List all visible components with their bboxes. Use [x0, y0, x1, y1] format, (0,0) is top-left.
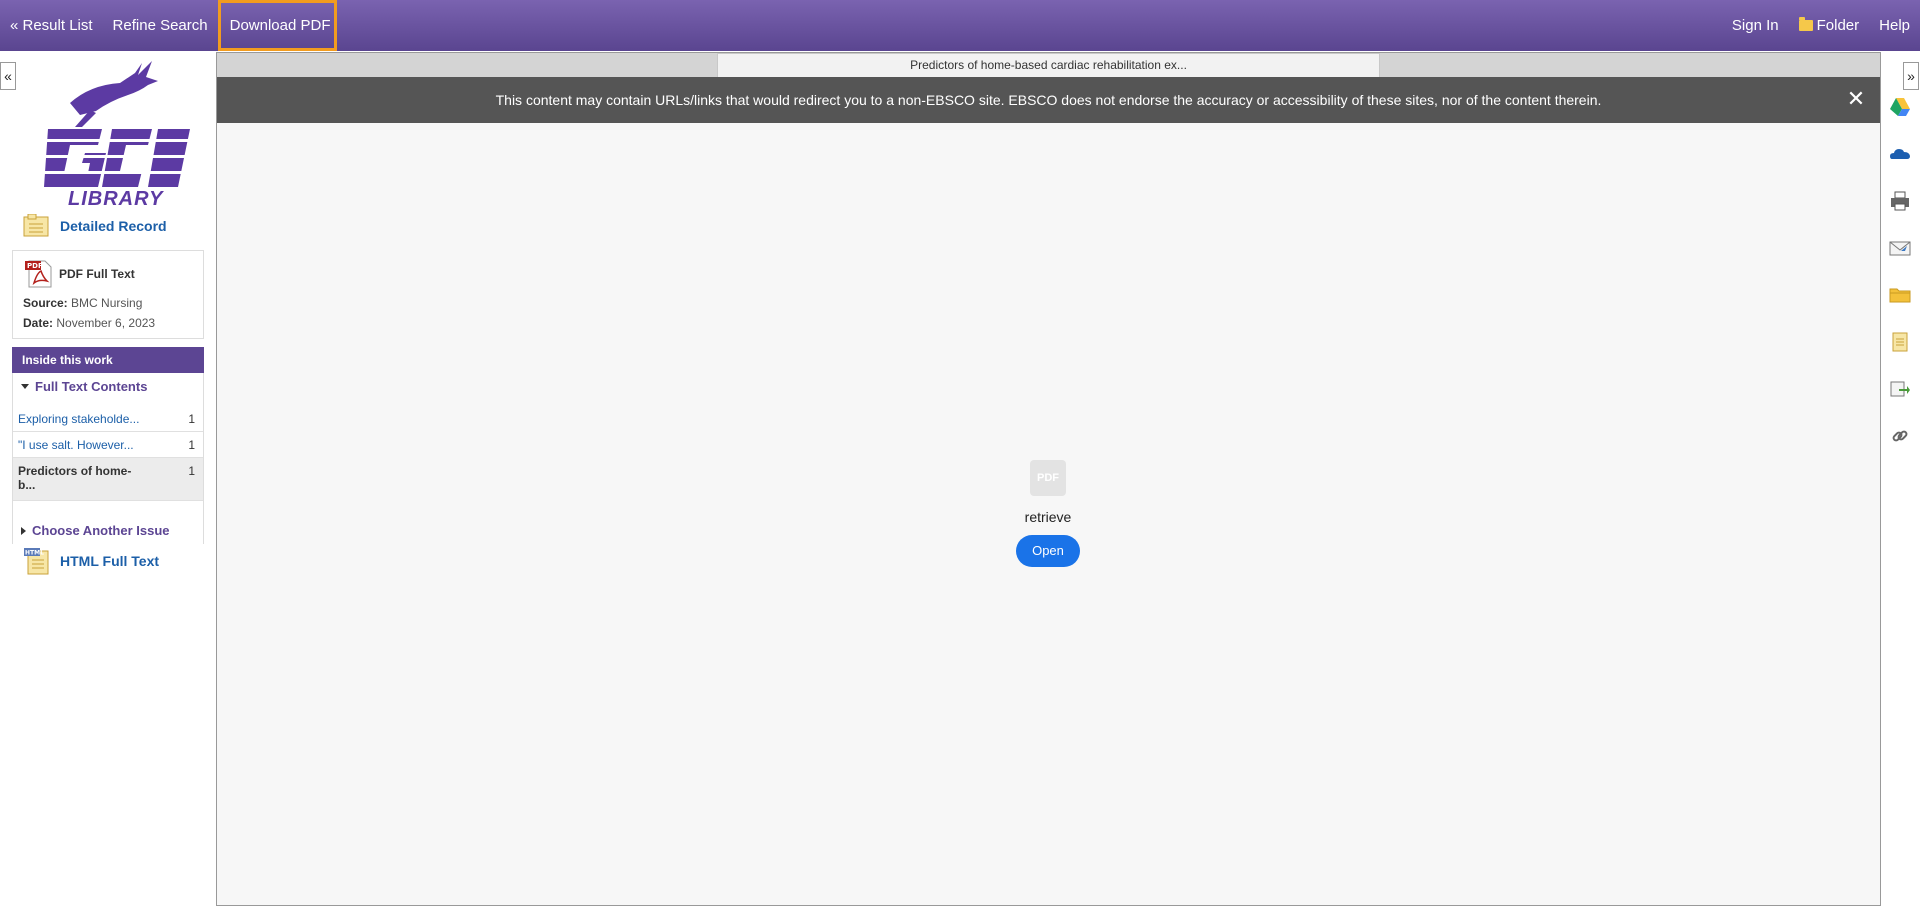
- html-full-text-label: HTML Full Text: [60, 553, 160, 569]
- pdf-placeholder-icon: PDF: [1030, 460, 1066, 496]
- full-text-contents-label: Full Text Contents: [35, 379, 148, 394]
- external-link-notice: This content may contain URLs/links that…: [217, 77, 1880, 123]
- pdf-full-text-link[interactable]: PDF PDF Full Text: [13, 251, 203, 293]
- source-value: BMC Nursing: [71, 296, 143, 310]
- pdf-placeholder: PDF retrieve Open: [1013, 460, 1083, 567]
- toc-panel: Full Text Contents Exploring stakeholde.…: [12, 373, 204, 544]
- gcu-library-logo: LIBRARY: [30, 55, 190, 210]
- inside-this-work-header: Inside this work: [12, 347, 204, 373]
- date-row: Date: November 6, 2023: [13, 313, 203, 338]
- full-text-contents-toggle[interactable]: Full Text Contents: [13, 373, 203, 400]
- sign-in-link[interactable]: Sign In: [1722, 17, 1789, 34]
- record-summary-card: PDF PDF Full Text Source: BMC Nursing Da…: [12, 250, 204, 339]
- permalink-icon[interactable]: [1889, 425, 1911, 447]
- toc-item-title: Exploring stakeholde...: [18, 412, 140, 426]
- top-nav-right: Sign In Folder Help: [1722, 0, 1920, 51]
- toc-item-page: 1: [188, 412, 195, 426]
- folder-link[interactable]: Folder: [1789, 17, 1870, 34]
- choose-another-issue-toggle[interactable]: Choose Another Issue: [13, 501, 203, 544]
- top-nav-left: « Result List Refine Search Download PDF: [0, 0, 337, 51]
- open-button[interactable]: Open: [1016, 535, 1080, 567]
- export-icon[interactable]: [1889, 378, 1911, 400]
- retrieve-text: retrieve: [1024, 509, 1072, 525]
- html-icon-label: HTML: [25, 550, 44, 557]
- close-icon[interactable]: ✕: [1846, 88, 1866, 110]
- pdf-viewer: Predictors of home-based cardiac rehabil…: [216, 52, 1881, 906]
- cite-icon[interactable]: [1889, 331, 1911, 353]
- html-file-icon: HTML: [24, 548, 49, 575]
- folder-label: Folder: [1816, 17, 1860, 34]
- top-navigation-bar: « Result List Refine Search Download PDF…: [0, 0, 1920, 51]
- viewer-tab-strip: Predictors of home-based cardiac rehabil…: [217, 53, 1880, 77]
- chevron-right-icon: [21, 526, 26, 535]
- download-pdf-button[interactable]: Download PDF: [217, 0, 337, 51]
- toc-item-page: 1: [188, 464, 195, 478]
- logo-library-text: LIBRARY: [68, 188, 164, 210]
- result-list-link[interactable]: « Result List: [0, 0, 103, 51]
- toc-item-current[interactable]: Predictors of home-b... 1: [13, 458, 203, 501]
- choose-another-issue-label: Choose Another Issue: [32, 523, 170, 538]
- notice-text: This content may contain URLs/links that…: [495, 92, 1602, 108]
- pdf-file-icon: PDF: [25, 260, 52, 288]
- toc-item-title: Predictors of home-b...: [18, 464, 132, 492]
- toc-item[interactable]: Exploring stakeholde... 1: [13, 406, 203, 432]
- pdf-icon-label: PDF: [27, 262, 43, 270]
- refine-search-link[interactable]: Refine Search: [103, 0, 218, 51]
- detailed-record-label: Detailed Record: [60, 218, 167, 234]
- onedrive-icon[interactable]: [1889, 143, 1911, 165]
- date-label: Date:: [23, 316, 54, 330]
- html-full-text-link[interactable]: HTML HTML Full Text: [22, 546, 204, 576]
- email-icon[interactable]: [1889, 237, 1911, 259]
- folder-icon: [1798, 17, 1813, 31]
- toc-item-page: 1: [188, 438, 195, 452]
- document-tab[interactable]: Predictors of home-based cardiac rehabil…: [717, 53, 1380, 77]
- save-folder-icon[interactable]: [1889, 284, 1911, 306]
- source-row: Source: BMC Nursing: [13, 293, 203, 313]
- google-drive-icon[interactable]: [1889, 96, 1911, 118]
- toc-item[interactable]: "I use salt. However... 1: [13, 432, 203, 458]
- detailed-record-link[interactable]: Detailed Record: [22, 212, 204, 240]
- pdf-full-text-label: PDF Full Text: [59, 267, 135, 281]
- print-icon[interactable]: [1889, 190, 1911, 212]
- collapse-right-panel-button[interactable]: »: [1903, 62, 1919, 90]
- chevron-down-icon: [21, 384, 29, 389]
- left-sidebar: LIBRARY Detailed Record PDF PDF Full Tex…: [12, 55, 204, 576]
- toc-item-title: "I use salt. However...: [18, 438, 134, 452]
- detailed-record-icon: [23, 214, 49, 237]
- help-link[interactable]: Help: [1869, 17, 1920, 34]
- source-label: Source:: [23, 296, 68, 310]
- date-value: November 6, 2023: [56, 316, 156, 330]
- right-tools-panel: [1886, 96, 1914, 472]
